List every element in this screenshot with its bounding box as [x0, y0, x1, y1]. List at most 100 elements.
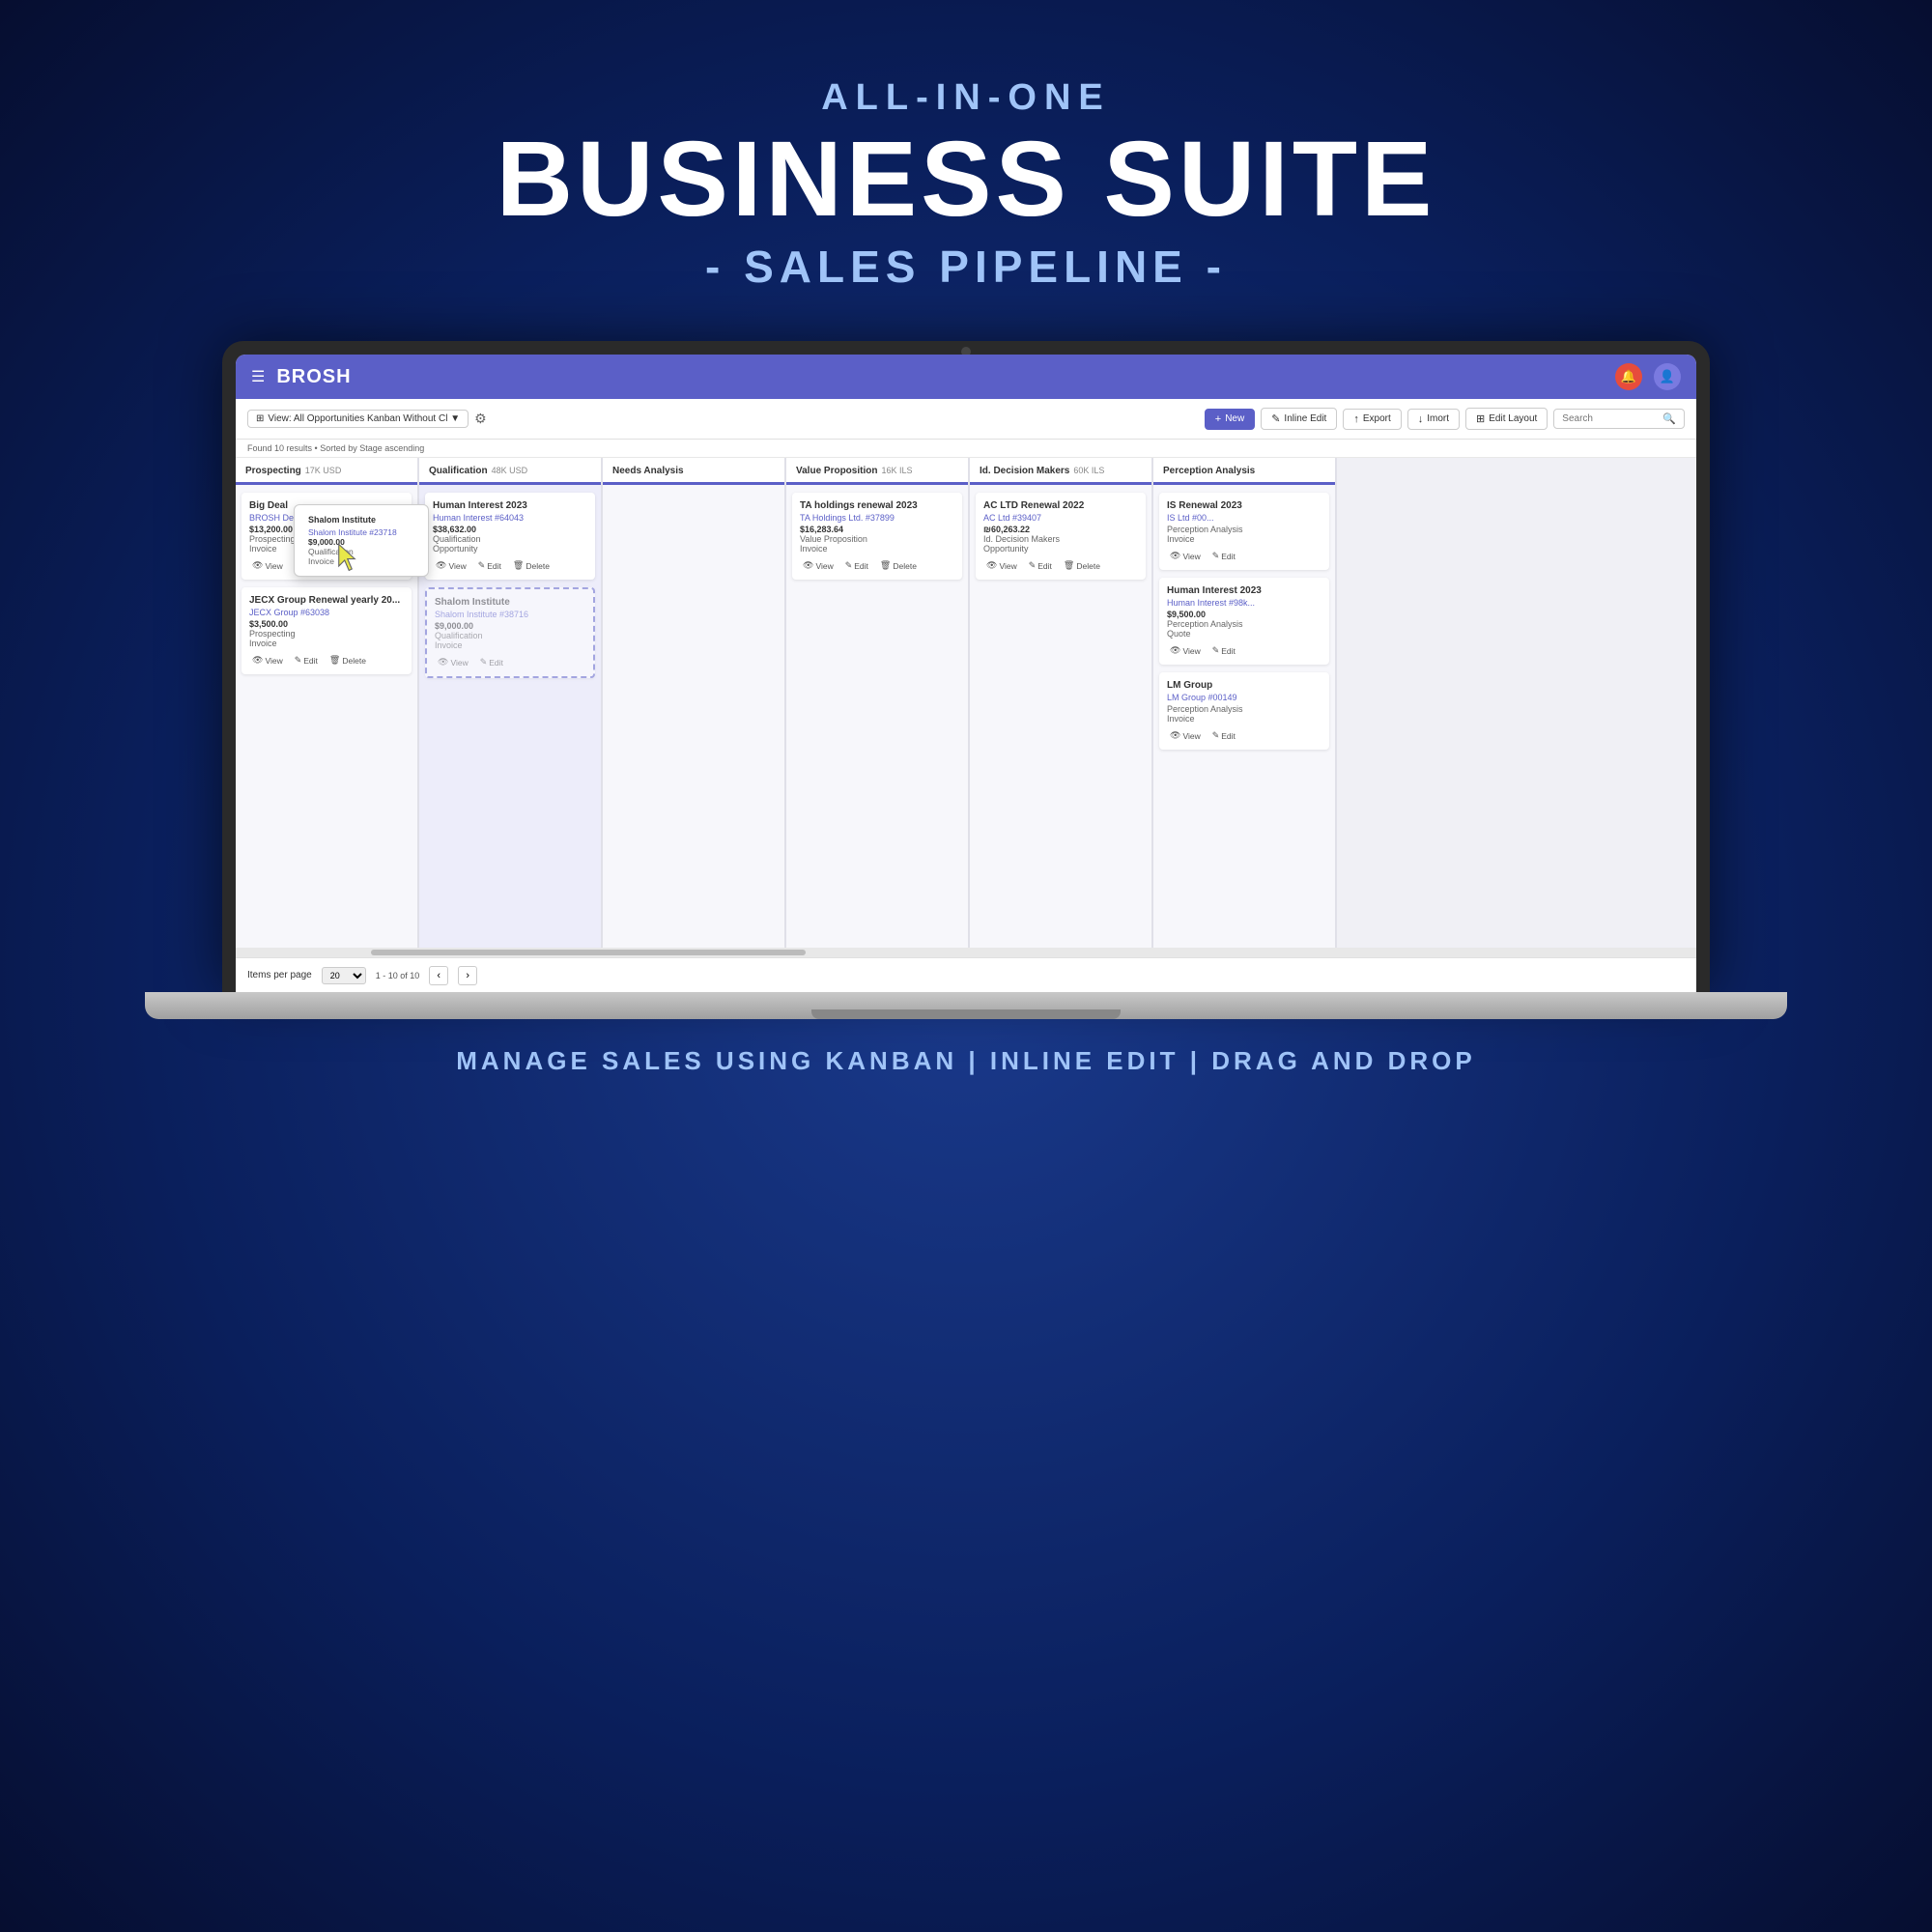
card-subtitle: IS Ltd #00...: [1167, 513, 1321, 523]
trash-icon: 🗑: [329, 655, 340, 666]
header-pipeline: - SALES PIPELINE -: [497, 241, 1436, 293]
settings-icon[interactable]: ⚙: [474, 411, 487, 427]
notification-bell[interactable]: 🔔: [1615, 363, 1642, 390]
card-jecx[interactable]: JECX Group Renewal yearly 20... JECX Gro…: [242, 587, 412, 674]
view-btn[interactable]: 👁 View: [800, 559, 837, 572]
page-info: 1 - 10 of 10: [376, 971, 420, 980]
edit-btn[interactable]: ✎ Edit: [292, 654, 321, 667]
inline-edit-button[interactable]: ✎ Inline Edit: [1261, 408, 1337, 430]
edit-btn[interactable]: ✎ Edit: [1209, 550, 1238, 562]
new-button[interactable]: + New: [1205, 409, 1255, 430]
card-doc: Invoice: [435, 640, 585, 650]
edit-btn[interactable]: ✎ Edit: [1209, 729, 1238, 742]
pencil-icon: ✎: [1029, 560, 1037, 571]
delete-btn[interactable]: 🗑 Delete: [1061, 559, 1103, 572]
import-label: Imort: [1427, 413, 1449, 424]
card-stage: Value Proposition: [800, 534, 954, 544]
edit-btn[interactable]: ✎ Edit: [842, 559, 871, 572]
col-header-needs-analysis: Needs Analysis: [603, 458, 784, 485]
col-amount-prospecting: 17K USD: [305, 466, 342, 475]
next-page-button[interactable]: ›: [458, 966, 477, 985]
pencil-icon: ✎: [1212, 645, 1220, 656]
kanban-col-qualification: Qualification 48K USD Human Interest 202…: [419, 458, 603, 948]
card-doc: Invoice: [249, 639, 404, 648]
col-header-decision-makers: Id. Decision Makers 60K ILS: [970, 458, 1151, 485]
view-btn[interactable]: 👁 View: [433, 559, 469, 572]
import-button[interactable]: ↓ Imort: [1407, 409, 1460, 430]
crm-toolbar: ⊞ View: All Opportunities Kanban Without…: [236, 399, 1696, 440]
card-lm-group[interactable]: LM Group LM Group #00149 Perception Anal…: [1159, 672, 1329, 750]
view-btn[interactable]: 👁 View: [249, 654, 286, 667]
view-selector[interactable]: ⊞ View: All Opportunities Kanban Without…: [247, 410, 469, 428]
card-amount: $9,500.00: [1167, 610, 1321, 619]
card-actions: 👁 View ✎ Edit 🗑 Delete: [433, 559, 587, 572]
scrollbar-thumb[interactable]: [371, 950, 806, 955]
delete-btn[interactable]: 🗑 Delete: [327, 654, 369, 667]
col-cards-decision-makers: AC LTD Renewal 2022 AC Ltd #39407 ₪60,26…: [970, 485, 1151, 948]
horizontal-scrollbar[interactable]: [236, 948, 1696, 957]
results-text: Found 10 results • Sorted by Stage ascen…: [247, 443, 424, 453]
card-title: Human Interest 2023: [1167, 585, 1321, 596]
view-btn[interactable]: 👁 View: [249, 559, 286, 572]
kanban-col-value-proposition: Value Proposition 16K ILS TA holdings re…: [786, 458, 970, 948]
header-title: BUSINESS SUITE: [497, 127, 1436, 233]
pencil-icon: ✎: [845, 560, 853, 571]
crm-navbar: ☰ BROSH 🔔 👤: [236, 355, 1696, 399]
kanban-col-decision-makers: Id. Decision Makers 60K ILS AC LTD Renew…: [970, 458, 1153, 948]
view-icon: ⊞: [256, 413, 264, 424]
card-actions: 👁 View ✎ Edit 🗑 Delete: [983, 559, 1138, 572]
card-subtitle: LM Group #00149: [1167, 693, 1321, 702]
view-btn[interactable]: 👁 View: [1167, 550, 1204, 562]
card-human-interest[interactable]: Human Interest 2023 Human Interest #6404…: [425, 493, 595, 580]
delete-btn[interactable]: 🗑 Delete: [877, 559, 920, 572]
prev-page-button[interactable]: ‹: [429, 966, 448, 985]
card-title: Human Interest 2023: [433, 500, 587, 511]
search-box[interactable]: 🔍: [1553, 409, 1685, 429]
card-stage: Perception Analysis: [1167, 704, 1321, 714]
card-amount: ₪60,263.22: [983, 525, 1138, 534]
inline-edit-label: Inline Edit: [1284, 413, 1326, 424]
edit-btn[interactable]: ✎ Edit: [475, 559, 504, 572]
eye-icon: 👁: [1170, 730, 1180, 741]
edit-icon: ✎: [1271, 412, 1280, 425]
col-name-prospecting: Prospecting: [245, 466, 301, 476]
col-header-prospecting: Prospecting 17K USD: [236, 458, 417, 485]
search-input[interactable]: [1562, 413, 1659, 424]
kanban-col-perception-analysis: Perception Analysis IS Renewal 2023 IS L…: [1153, 458, 1337, 948]
export-button[interactable]: ↑ Export: [1343, 409, 1401, 430]
kanban-board: Prospecting 17K USD Big Deal BROSH Demo …: [236, 458, 1696, 948]
edit-btn[interactable]: ✎ Edit: [1026, 559, 1055, 572]
col-header-value-proposition: Value Proposition 16K ILS: [786, 458, 968, 485]
card-subtitle: Human Interest #64043: [433, 513, 587, 523]
eye-icon: 👁: [438, 657, 448, 668]
card-human-interest-2[interactable]: Human Interest 2023 Human Interest #98k.…: [1159, 578, 1329, 665]
laptop-screen-frame: ☰ BROSH 🔔 👤 ⊞ View: All Opportunities Ka…: [222, 341, 1710, 992]
edit-layout-button[interactable]: ⊞ Edit Layout: [1465, 408, 1548, 430]
view-btn[interactable]: 👁 View: [1167, 729, 1204, 742]
col-name-perception-analysis: Perception Analysis: [1163, 466, 1255, 476]
card-shalom-institute[interactable]: Shalom Institute Shalom Institute #38716…: [425, 587, 595, 678]
edit-btn[interactable]: ✎ Edit: [1209, 644, 1238, 657]
edit-btn[interactable]: ✎ Edit: [477, 656, 506, 668]
eye-icon: 👁: [803, 560, 813, 571]
card-ac-ltd[interactable]: AC LTD Renewal 2022 AC Ltd #39407 ₪60,26…: [976, 493, 1146, 580]
edit-layout-label: Edit Layout: [1489, 413, 1537, 424]
pencil-icon: ✎: [478, 560, 486, 571]
card-actions: 👁 View ✎ Edit 🗑 Delete: [249, 654, 404, 667]
card-ta-holdings[interactable]: TA holdings renewal 2023 TA Holdings Ltd…: [792, 493, 962, 580]
card-doc: Opportunity: [433, 544, 587, 554]
card-is-renewal[interactable]: IS Renewal 2023 IS Ltd #00... Perception…: [1159, 493, 1329, 570]
card-title: AC LTD Renewal 2022: [983, 500, 1138, 511]
view-btn[interactable]: 👁 View: [1167, 644, 1204, 657]
menu-icon[interactable]: ☰: [251, 367, 265, 386]
view-btn[interactable]: 👁 View: [983, 559, 1020, 572]
avatar-icon: 👤: [1660, 369, 1675, 384]
page-size-select[interactable]: 20 50 100: [322, 967, 366, 984]
view-btn[interactable]: 👁 View: [435, 656, 471, 668]
items-per-page-label: Items per page: [247, 970, 312, 980]
user-avatar[interactable]: 👤: [1654, 363, 1681, 390]
eye-icon: 👁: [986, 560, 997, 571]
card-doc: Invoice: [1167, 534, 1321, 544]
delete-btn[interactable]: 🗑 Delete: [510, 559, 553, 572]
card-title: Shalom Institute: [435, 597, 585, 608]
